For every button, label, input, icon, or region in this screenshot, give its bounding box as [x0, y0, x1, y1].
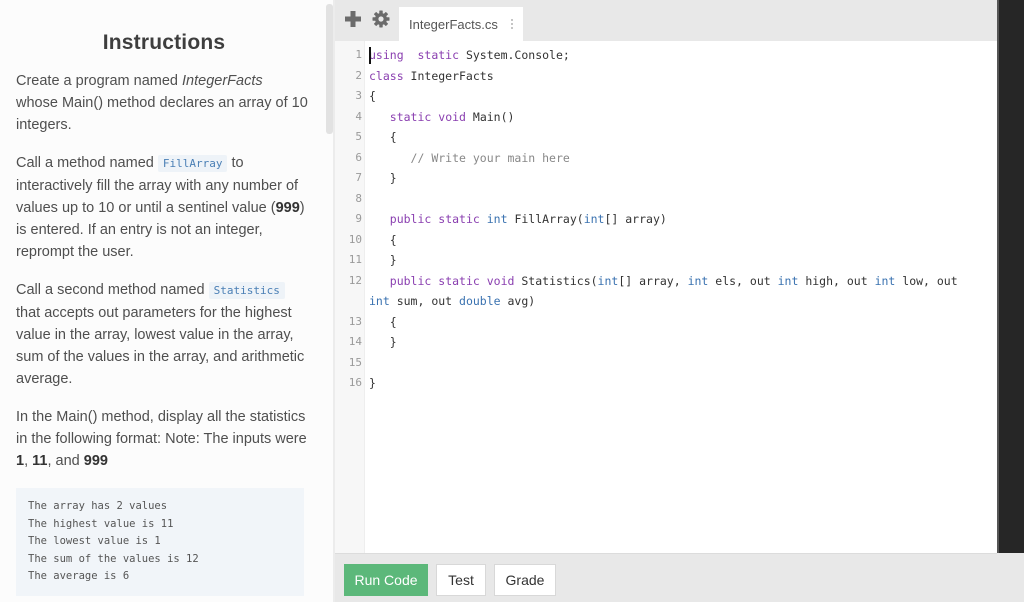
line-number: 16	[348, 376, 362, 389]
line-number: 5	[355, 130, 362, 143]
code-line[interactable]: 5 {	[335, 127, 997, 148]
line-code: }	[369, 253, 397, 267]
line-code: public static void Statistics(int[] arra…	[389, 273, 958, 288]
run-code-button[interactable]: Run Code	[344, 564, 428, 596]
line-number: 3	[355, 89, 362, 102]
line-number: 12	[348, 273, 362, 287]
line-number: 2	[355, 68, 362, 82]
line-code: int sum, out double avg)	[369, 294, 536, 308]
line-code: using static System.Console;	[369, 48, 570, 62]
line-number: 10	[348, 232, 362, 246]
text-cursor	[369, 47, 371, 64]
instructions-paragraph-2: Call a method named FillArray to interac…	[16, 155, 305, 260]
sample-output-block: The array has 2 values The highest value…	[16, 488, 304, 596]
line-number: 6	[355, 150, 362, 164]
line-code: {	[369, 89, 376, 103]
code-editor[interactable]: 1 using static System.Console; 2 class Inte…	[335, 41, 997, 553]
line-number: 7	[355, 171, 362, 184]
instructions-title: Instructions	[102, 31, 226, 54]
code-line[interactable]: 1 using static System.Console;	[335, 45, 997, 66]
code-line[interactable]: 6 // Write your main here	[335, 148, 997, 169]
terminal-panel[interactable]	[997, 0, 1024, 553]
line-code: {	[369, 130, 397, 144]
code-line[interactable]: 11 }	[335, 250, 997, 271]
inline-code-statistics: Statistics	[208, 282, 285, 299]
line-number: 1	[355, 48, 362, 61]
grade-button[interactable]: Grade	[494, 564, 556, 596]
output-line: The highest value is 11	[28, 517, 174, 530]
instructions-scrollbar[interactable]	[326, 4, 333, 134]
instructions-paragraph-4: In the Main() method, display all the st…	[16, 409, 307, 469]
terminal-footer	[997, 553, 1024, 602]
code-line[interactable]: 10 {	[335, 230, 997, 251]
action-bar: Run Code Test Grade	[335, 553, 997, 602]
code-line[interactable]: 8	[335, 189, 997, 210]
code-line[interactable]: 7 }	[335, 168, 997, 189]
vertical-dots-icon[interactable]	[511, 19, 514, 31]
line-number: 8	[355, 191, 362, 205]
output-line: The lowest value is 1	[28, 535, 161, 548]
line-code: }	[369, 376, 376, 390]
code-line[interactable]: 16}	[335, 373, 997, 394]
editor-panel: IntegerFacts.cs 1 using static System.Con…	[335, 0, 997, 602]
test-button[interactable]: Test	[436, 564, 486, 596]
line-number: 13	[348, 314, 362, 328]
program-name: IntegerFacts	[182, 73, 263, 89]
line-number: 11	[348, 253, 362, 266]
code-line[interactable]: 3{	[335, 86, 997, 107]
code-line[interactable]: 14 }	[335, 332, 997, 353]
line-code: class IntegerFacts	[369, 68, 494, 83]
file-tab-label: IntegerFacts.cs	[409, 17, 498, 32]
line-number: 14	[348, 335, 362, 348]
code-line[interactable]: 15	[335, 353, 997, 374]
output-line: The sum of the values is 12	[28, 552, 199, 565]
line-code: // Write your main here	[410, 150, 570, 165]
code-line[interactable]: 4 static void Main()	[335, 107, 997, 128]
file-tab[interactable]: IntegerFacts.cs	[399, 7, 523, 41]
line-code: }	[369, 171, 397, 185]
line-number: 4	[355, 109, 362, 123]
gear-icon[interactable]	[371, 9, 391, 29]
code-line[interactable]: 9 public static int FillArray(int[] arra…	[335, 209, 997, 230]
output-line: The array has 2 values	[28, 500, 168, 512]
instructions-paragraph-1: Create a program named IntegerFacts whos…	[16, 73, 308, 133]
line-code: {	[369, 232, 397, 247]
plus-icon[interactable]	[343, 9, 363, 29]
code-line[interactable]: 13 {	[335, 312, 997, 333]
output-line: The average is 6	[28, 570, 130, 583]
code-line[interactable]: int sum, out double avg)	[335, 291, 997, 312]
line-code: {	[369, 314, 397, 329]
line-code: }	[369, 335, 397, 349]
instructions-panel: Instructions Create a program named Inte…	[0, 0, 328, 602]
inline-code-fillarray: FillArray	[157, 155, 228, 172]
line-number: 9	[355, 212, 362, 225]
code-line[interactable]: 12 public static void Statistics(int[] a…	[335, 271, 997, 292]
instructions-paragraph-3: Call a second method named Statistics th…	[16, 282, 305, 387]
code-line[interactable]: 2 class IntegerFacts	[335, 66, 997, 87]
line-code: public static int FillArray(int[] array)	[389, 212, 667, 226]
sentinel-value: 999	[275, 200, 300, 216]
line-code: static void Main()	[389, 109, 515, 124]
line-number: 15	[348, 355, 362, 369]
editor-tab-bar: IntegerFacts.cs	[335, 0, 997, 41]
